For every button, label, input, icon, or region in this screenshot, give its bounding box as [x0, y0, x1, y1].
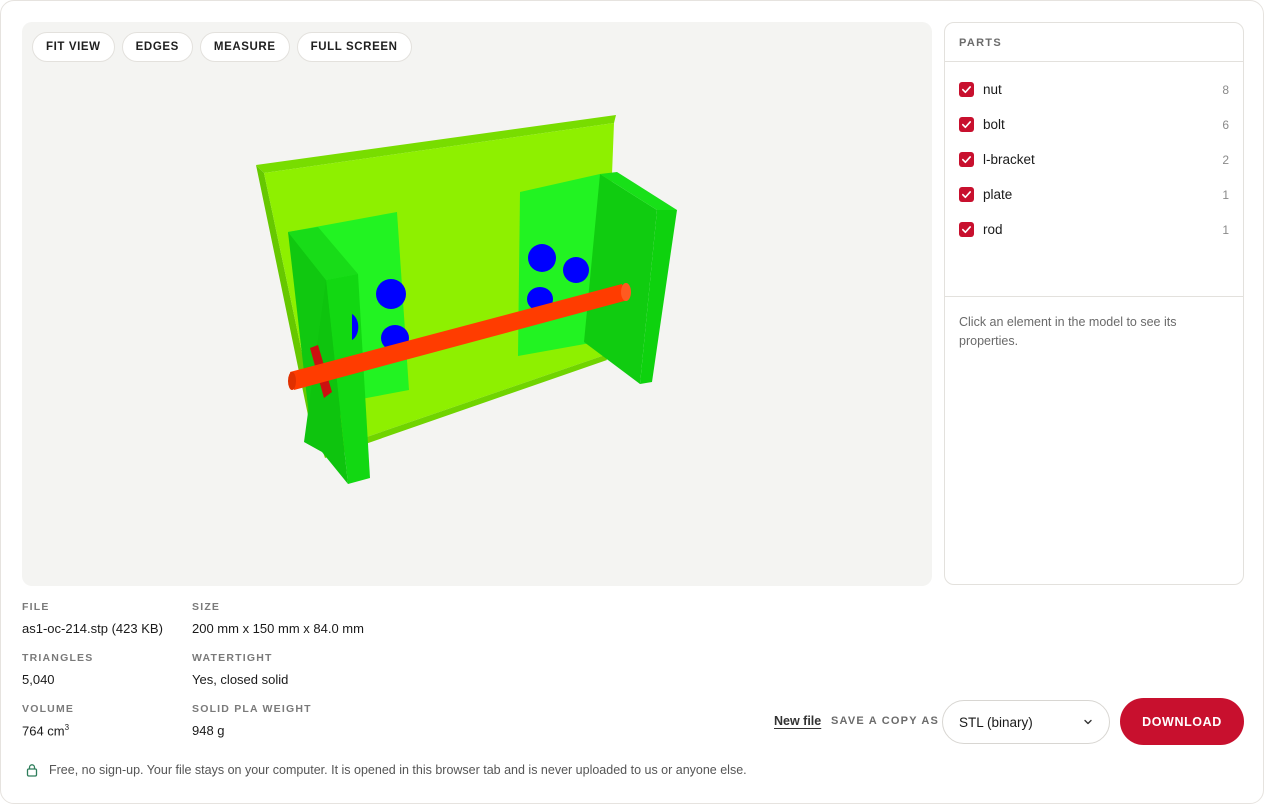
fit-view-button[interactable]: FIT VIEW: [32, 32, 115, 62]
weight-label: SOLID PLA WEIGHT: [192, 703, 312, 715]
size-label: SIZE: [192, 601, 221, 613]
weight-info-cell: SOLID PLA WEIGHT 948 g: [192, 703, 312, 738]
size-value: 200 mm x 150 mm x 84.0 mm: [192, 621, 364, 636]
watertight-label: WATERTIGHT: [192, 652, 273, 664]
part-name: l-bracket: [983, 152, 1035, 167]
viewer-toolbar: FIT VIEW EDGES MEASURE FULL SCREEN: [32, 32, 412, 62]
check-icon: [962, 121, 971, 129]
parts-title: PARTS: [945, 23, 1243, 62]
parts-list: nut 8 bolt 6 l-bracket 2 plate 1 rod 1: [945, 62, 1243, 297]
volume-label: VOLUME: [22, 703, 75, 715]
watertight-value: Yes, closed solid: [192, 672, 289, 687]
part-name: bolt: [983, 117, 1005, 132]
file-info-cell: FILE as1-oc-214.stp (423 KB): [22, 601, 163, 636]
volume-value-wrap: 764 cm3: [22, 723, 74, 738]
volume-info-cell: VOLUME 764 cm3: [22, 703, 74, 738]
part-row-plate[interactable]: plate 1: [945, 177, 1243, 212]
volume-value: 764 cm: [22, 723, 65, 739]
lock-icon: [26, 764, 38, 777]
app-frame: FIT VIEW EDGES MEASURE FULL SCREEN PARTS…: [0, 0, 1264, 804]
privacy-text: Free, no sign-up. Your file stays on you…: [49, 763, 747, 777]
check-icon: [962, 156, 971, 164]
model-canvas[interactable]: [22, 22, 932, 586]
download-button[interactable]: DOWNLOAD: [1120, 698, 1244, 745]
triangles-value: 5,040: [22, 672, 55, 687]
part-count: 2: [1222, 152, 1229, 167]
properties-hint: Click an element in the model to see its…: [959, 315, 1177, 348]
part-checkbox-rod[interactable]: [959, 222, 974, 237]
save-copy-label: SAVE A COPY AS: [831, 715, 940, 727]
part-count: 8: [1222, 82, 1229, 97]
check-icon: [962, 226, 971, 234]
part-name: rod: [983, 222, 1003, 237]
privacy-footer: Free, no sign-up. Your file stays on you…: [25, 763, 747, 777]
check-icon: [962, 86, 971, 94]
part-name: nut: [983, 82, 1002, 97]
part-checkbox-plate[interactable]: [959, 187, 974, 202]
part-checkbox-nut[interactable]: [959, 82, 974, 97]
size-info-cell: SIZE 200 mm x 150 mm x 84.0 mm: [192, 601, 364, 636]
model-viewer[interactable]: FIT VIEW EDGES MEASURE FULL SCREEN: [22, 22, 932, 586]
part-count: 1: [1222, 187, 1229, 202]
part-checkbox-bolt[interactable]: [959, 117, 974, 132]
check-icon: [962, 191, 971, 199]
part-name: plate: [983, 187, 1013, 202]
parts-panel: PARTS nut 8 bolt 6 l-bracket 2 plate 1 r…: [944, 22, 1244, 585]
new-file-link[interactable]: New file: [774, 714, 821, 728]
file-label: FILE: [22, 601, 50, 613]
full-screen-button[interactable]: FULL SCREEN: [296, 32, 412, 62]
part-row-l-bracket[interactable]: l-bracket 2: [945, 142, 1243, 177]
part-count: 6: [1222, 117, 1229, 132]
measure-button[interactable]: MEASURE: [199, 32, 290, 62]
triangles-info-cell: TRIANGLES 5,040: [22, 652, 93, 687]
part-count: 1: [1222, 222, 1229, 237]
part-row-rod[interactable]: rod 1: [945, 212, 1243, 247]
watertight-info-cell: WATERTIGHT Yes, closed solid: [192, 652, 288, 687]
chevron-down-icon: [1084, 719, 1092, 725]
file-value: as1-oc-214.stp (423 KB): [22, 621, 163, 636]
part-row-bolt[interactable]: bolt 6: [945, 107, 1243, 142]
weight-value: 948 g: [192, 723, 225, 738]
format-select[interactable]: STL (binary): [942, 700, 1110, 744]
format-selected-value: STL (binary): [959, 714, 1033, 730]
edges-button[interactable]: EDGES: [121, 32, 193, 62]
part-checkbox-l-bracket[interactable]: [959, 152, 974, 167]
part-row-nut[interactable]: nut 8: [945, 72, 1243, 107]
triangles-label: TRIANGLES: [22, 652, 94, 664]
volume-unit-exponent: 3: [64, 723, 70, 732]
